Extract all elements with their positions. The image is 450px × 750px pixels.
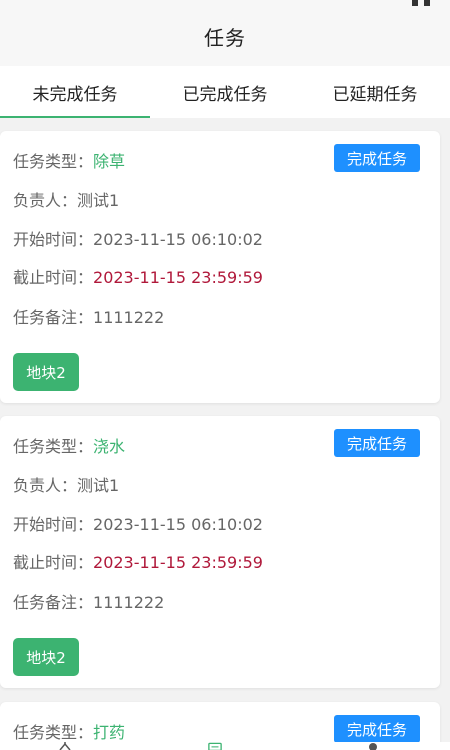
start-time-value: 2023-11-15 06:10:02 (93, 230, 263, 249)
task-tabs: 未完成任务 已完成任务 已延期任务 (0, 66, 450, 118)
task-type-row: 任务类型：打药 (13, 719, 125, 743)
plot-button[interactable]: 地块2 (13, 353, 79, 391)
task-type-label: 任务类型： (13, 723, 94, 742)
start-time-row: 开始时间：2023-11-15 06:10:02 (13, 226, 263, 250)
nav-bar: 任务 (0, 6, 450, 66)
task-type-row: 任务类型：除草 (13, 148, 125, 172)
plot-button[interactable]: 地块2 (13, 638, 79, 676)
complete-task-button[interactable]: 完成任务 (334, 715, 420, 743)
task-type-row: 任务类型：浇水 (13, 433, 125, 457)
task-type-value: 打药 (93, 723, 126, 742)
note-label: 任务备注： (13, 308, 94, 327)
owner-label: 负责人： (13, 191, 78, 210)
start-time-label: 开始时间： (13, 230, 94, 249)
task-card: 任务类型：除草 完成任务 负责人：测试1 开始时间：2023-11-15 06:… (0, 131, 440, 403)
deadline-value: 2023-11-15 23:59:59 (93, 268, 263, 287)
deadline-value: 2023-11-15 23:59:59 (93, 553, 263, 572)
task-type-label: 任务类型： (13, 437, 94, 456)
start-time-label: 开始时间： (13, 515, 94, 534)
note-row: 任务备注：1111222 (13, 304, 164, 328)
task-type-label: 任务类型： (13, 152, 94, 171)
task-list[interactable]: 任务类型：除草 完成任务 负责人：测试1 开始时间：2023-11-15 06:… (0, 118, 450, 750)
user-icon[interactable] (366, 742, 380, 750)
status-icons (406, 0, 446, 6)
task-type-value: 除草 (93, 152, 126, 171)
owner-value: 测试1 (77, 191, 120, 210)
task-screen: 任务 未完成任务 已完成任务 已延期任务 任务类型：除草 完成任务 负责人：测试… (0, 0, 450, 750)
owner-value: 测试1 (77, 476, 120, 495)
complete-task-button[interactable]: 完成任务 (334, 144, 420, 172)
deadline-label: 截止时间： (13, 553, 94, 572)
note-value: 1111222 (93, 308, 165, 327)
tasks-icon[interactable] (208, 742, 222, 750)
tab-postponed[interactable]: 已延期任务 (300, 66, 450, 118)
deadline-label: 截止时间： (13, 268, 94, 287)
note-label: 任务备注： (13, 593, 94, 612)
tab-incomplete[interactable]: 未完成任务 (0, 66, 150, 118)
bottom-tab-bar (0, 742, 450, 750)
note-row: 任务备注：1111222 (13, 589, 164, 613)
home-icon[interactable] (58, 742, 72, 750)
tab-completed[interactable]: 已完成任务 (150, 66, 300, 118)
deadline-row: 截止时间：2023-11-15 23:59:59 (13, 264, 263, 288)
deadline-row: 截止时间：2023-11-15 23:59:59 (13, 549, 263, 573)
owner-row: 负责人：测试1 (13, 187, 119, 211)
task-type-value: 浇水 (93, 437, 126, 456)
owner-row: 负责人：测试1 (13, 472, 119, 496)
note-value: 1111222 (93, 593, 165, 612)
start-time-value: 2023-11-15 06:10:02 (93, 515, 263, 534)
start-time-row: 开始时间：2023-11-15 06:10:02 (13, 511, 263, 535)
task-card: 任务类型：浇水 完成任务 负责人：测试1 开始时间：2023-11-15 06:… (0, 416, 440, 688)
page-title: 任务 (204, 25, 246, 50)
owner-label: 负责人： (13, 476, 78, 495)
complete-task-button[interactable]: 完成任务 (334, 429, 420, 457)
